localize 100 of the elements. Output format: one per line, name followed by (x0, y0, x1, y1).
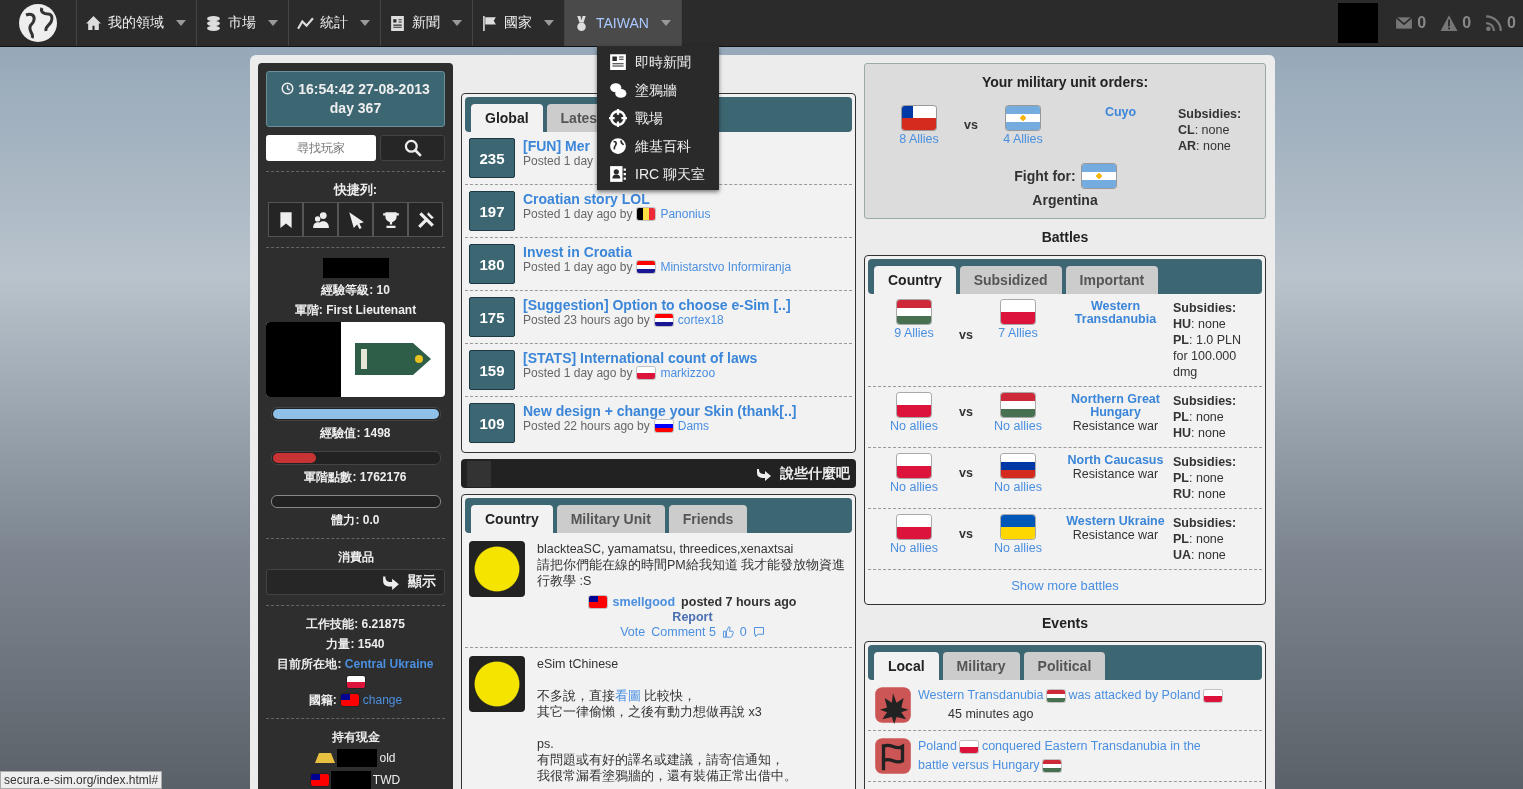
event-link[interactable]: Western Transdanubia (918, 688, 1044, 702)
author-link[interactable]: Ministarstvo Informiranja (660, 260, 792, 274)
redaction-block (330, 771, 371, 789)
article-link[interactable]: Croatian story LOL (523, 191, 711, 207)
quickbar-button[interactable] (303, 202, 338, 237)
allies-link[interactable]: No allies (890, 541, 938, 555)
show-more-battles-link[interactable]: Show more battles (1011, 578, 1119, 593)
nav-menu-item[interactable]: 市場 (197, 0, 289, 46)
event-link[interactable]: was attacked by Poland (1068, 688, 1201, 702)
event-link[interactable]: conquered Eastern Transdanubia in the (981, 739, 1201, 753)
flag-icon (897, 515, 931, 539)
quickbar-button[interactable] (268, 202, 303, 237)
tab[interactable]: Subsidized (959, 266, 1062, 294)
image-link[interactable]: 看圖 (615, 689, 641, 703)
subsidy-text: PL: none (1173, 531, 1225, 547)
ingot-icon (315, 753, 336, 763)
change-link[interactable]: change (362, 692, 403, 708)
clock-icon (281, 82, 295, 95)
versus-label: vs (963, 118, 979, 132)
article-link[interactable]: Invest in Croatia (523, 244, 792, 260)
nav-menu-item[interactable]: TAIWAN (565, 0, 682, 46)
report-link[interactable]: Report (672, 610, 713, 624)
allies-link[interactable]: 9 Allies (894, 326, 934, 340)
menu-item[interactable]: 即時新聞 (597, 48, 719, 76)
comment-link[interactable]: Comment 5 (651, 625, 716, 639)
author-link[interactable]: Panonius (660, 207, 711, 221)
tab[interactable]: Important (1065, 266, 1159, 294)
quickbar-button[interactable] (373, 202, 408, 237)
tab[interactable]: Friends (668, 505, 748, 533)
author-link[interactable]: cortex18 (677, 313, 724, 327)
notification-counter[interactable]: 0 (1433, 0, 1479, 46)
region-link[interactable]: Western Transdanubia (1058, 300, 1173, 326)
contact-card-icon (609, 165, 627, 183)
player-search-field[interactable]: 尋找玩家 (266, 135, 376, 161)
allies-link[interactable]: No allies (890, 480, 938, 494)
search-button[interactable] (380, 135, 445, 161)
allies-link[interactable]: No allies (994, 480, 1042, 494)
shout-button[interactable]: 說些什麼吧 (756, 464, 850, 483)
menu-item[interactable]: IRC 聊天室 (597, 160, 719, 188)
quickbar-title: 快捷列: (333, 182, 378, 198)
vote-count: 180 (469, 244, 515, 284)
allies-link[interactable]: No allies (890, 419, 938, 433)
level-text: 經驗等級: 10 (321, 281, 390, 298)
tools-icon (416, 210, 435, 229)
menu-item[interactable]: 塗鴉牆 (597, 76, 719, 104)
article-meta: Posted 23 hours ago by (523, 313, 650, 327)
tab[interactable]: Country (874, 266, 956, 294)
region-link[interactable]: Northern Great Hungary (1058, 393, 1173, 419)
subsidy-text: PL: none (1173, 470, 1225, 486)
vote-link[interactable]: Vote (620, 625, 646, 639)
citizenship-label: 國籍: (308, 692, 337, 708)
battle-type: Resistance war (1072, 419, 1159, 433)
nav-menu-item[interactable]: 新聞 (381, 0, 473, 46)
flag-icon (897, 393, 931, 417)
location-link[interactable]: Central Ukraine (344, 657, 434, 672)
allies-link[interactable]: 4 Allies (1003, 132, 1043, 146)
quickbar-button[interactable] (408, 202, 443, 237)
notification-counter[interactable]: 0 (1478, 0, 1523, 46)
redaction-block (1338, 3, 1379, 43)
article-link[interactable]: [Suggestion] Option to choose e-Sim [..] (523, 297, 791, 313)
flag-icon (1006, 106, 1040, 130)
region-link[interactable]: Cuyo (1104, 106, 1137, 119)
show-button[interactable]: 顯示 (266, 569, 445, 596)
tab[interactable]: Military Unit (556, 505, 665, 533)
flag-icon (902, 106, 936, 130)
author-link[interactable]: Dams (677, 419, 710, 433)
globe-logo-icon[interactable] (18, 3, 58, 43)
tab[interactable]: Country (471, 505, 553, 533)
event-link[interactable]: Poland (918, 739, 957, 753)
stat-text: 力量: 1540 (326, 636, 385, 653)
flag-icon (1001, 515, 1035, 539)
notification-counter[interactable]: 0 (1388, 0, 1434, 46)
menu-item[interactable]: 維基百科 (597, 132, 719, 160)
region-link[interactable]: North Caucasus (1067, 454, 1164, 467)
region-link[interactable]: Western Ukraine (1066, 515, 1165, 528)
trophy-icon (381, 210, 400, 229)
author-link[interactable]: eSim tChinese (537, 656, 848, 672)
article-link[interactable]: New design + change your Skin (thank[..] (523, 403, 797, 419)
article-link[interactable]: [FUN] Mer (523, 138, 594, 154)
author-link[interactable]: smellgood (612, 595, 676, 609)
allies-link[interactable]: 8 Allies (899, 132, 939, 146)
author-link[interactable]: markizzoo (660, 366, 716, 380)
subsidy-text: RU: none (1173, 486, 1227, 502)
event-link[interactable]: battle versus Hungary (918, 758, 1040, 772)
shout-field[interactable] (467, 460, 491, 487)
flag-icon (897, 300, 931, 324)
fight-country: Argentina (1032, 192, 1098, 208)
tab[interactable]: Political (1023, 652, 1106, 680)
tab[interactable]: Local (874, 652, 939, 680)
status-bar: secura.e-sim.org/index.html# (0, 771, 163, 789)
nav-menu-item[interactable]: 我的領域 (77, 0, 197, 46)
nav-menu-item[interactable]: 統計 (289, 0, 381, 46)
allies-link[interactable]: No allies (994, 419, 1042, 433)
article-link[interactable]: [STATS] International count of laws (523, 350, 758, 366)
tab[interactable]: Global (471, 104, 543, 132)
subsidies-heading: Subsidies: (1178, 106, 1243, 122)
allies-link[interactable]: 7 Allies (998, 326, 1038, 340)
quickbar-button[interactable] (338, 202, 373, 237)
tab[interactable]: Military (942, 652, 1020, 680)
allies-link[interactable]: No allies (994, 541, 1042, 555)
